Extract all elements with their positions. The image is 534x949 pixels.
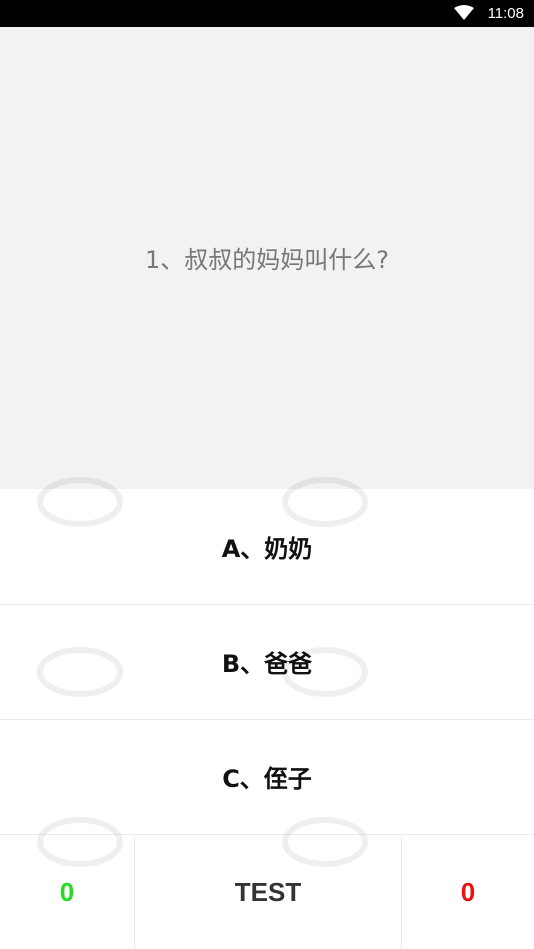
wrong-count: 0 (460, 876, 476, 907)
test-button[interactable]: TEST (135, 835, 401, 949)
option-a-label: A、奶奶 (221, 534, 313, 563)
wifi-icon (454, 5, 474, 20)
correct-count: 0 (59, 876, 75, 907)
option-a-button[interactable]: A、奶奶 (0, 489, 534, 603)
option-c-label: C、侄子 (222, 765, 312, 793)
option-b-label: B、爸爸 (221, 650, 313, 678)
option-c-button[interactable]: C、侄子 (0, 719, 534, 833)
score-bar: 0 TEST 0 (0, 834, 534, 949)
question-text: 1、叔叔的妈妈叫什么? (144, 246, 389, 274)
status-bar: 11:08 (0, 0, 534, 27)
test-label: TEST (234, 876, 302, 907)
wrong-score-cell: 0 (401, 835, 534, 949)
question-panel: 1、叔叔的妈妈叫什么? (0, 27, 534, 489)
status-time: 11:08 (487, 5, 524, 22)
correct-score-cell: 0 (0, 835, 135, 949)
option-b-button[interactable]: B、爸爸 (0, 604, 534, 718)
